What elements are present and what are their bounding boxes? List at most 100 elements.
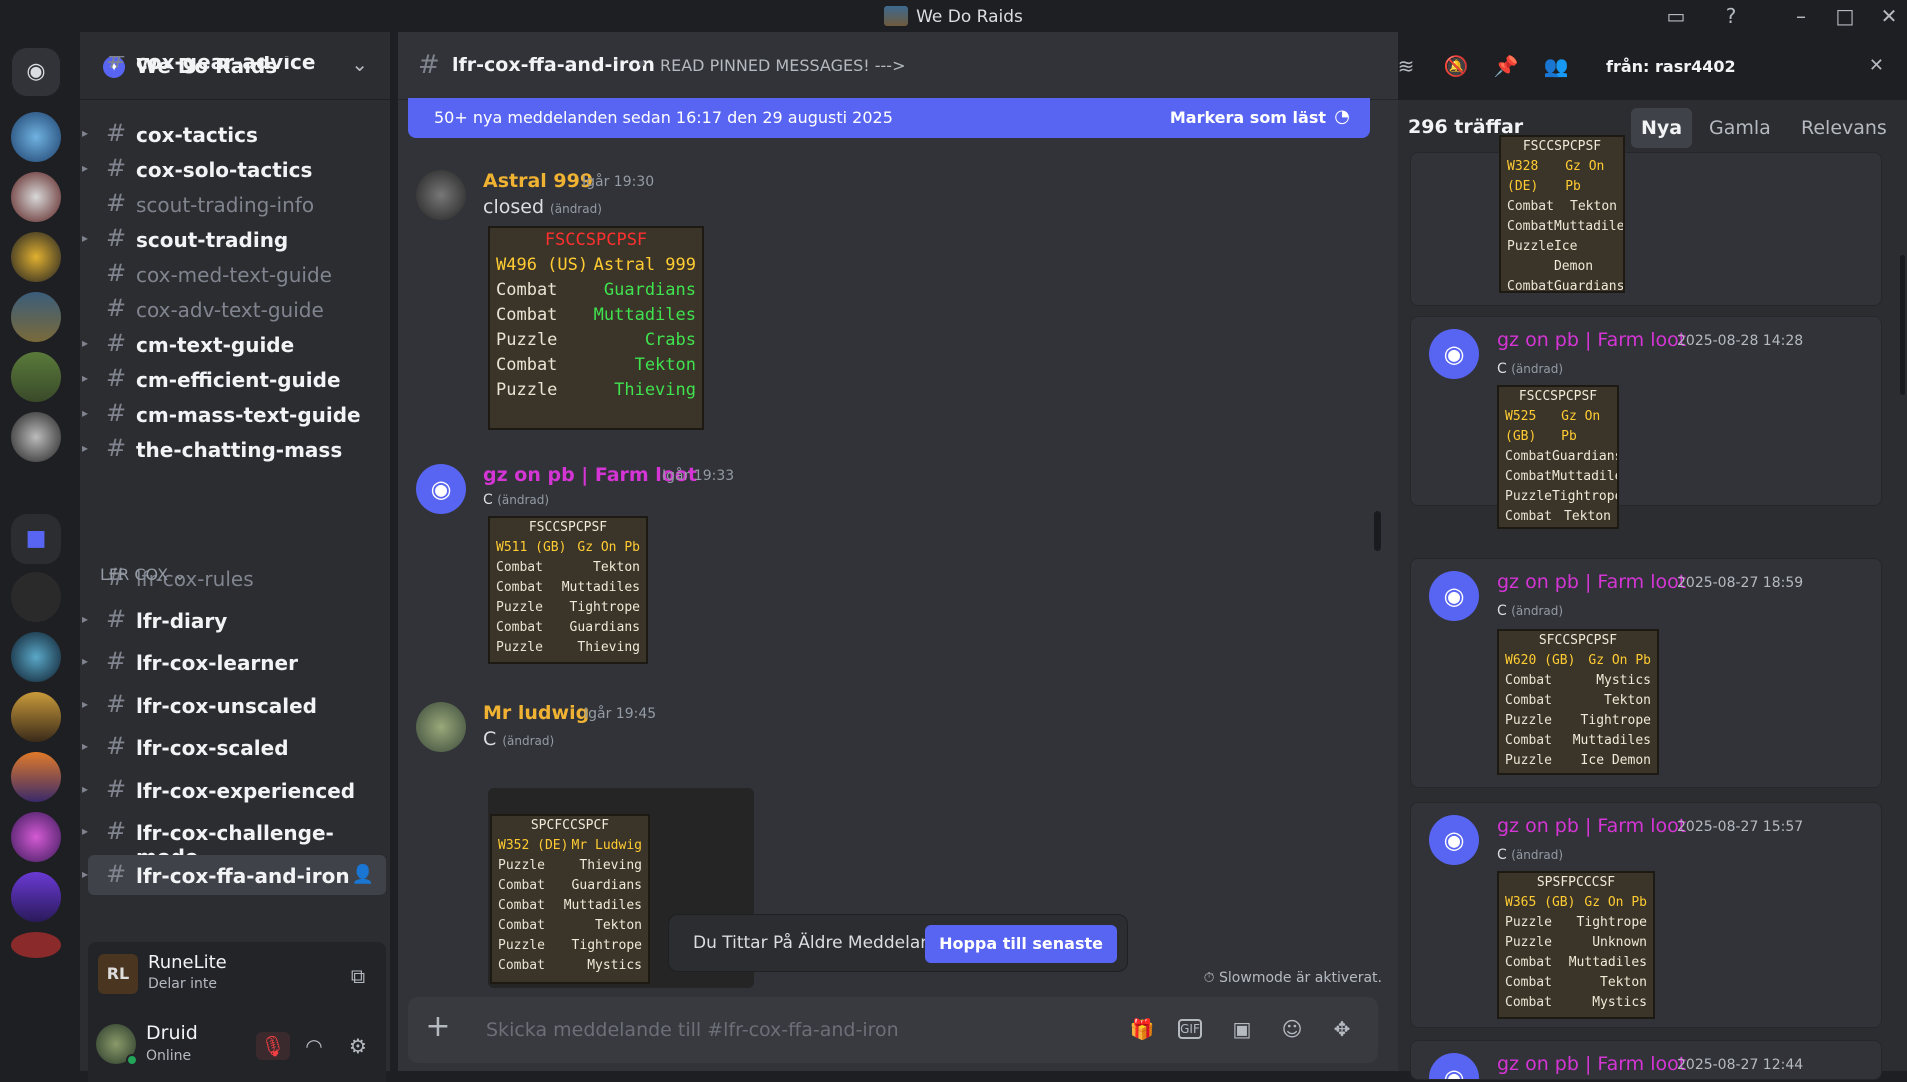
loot-image[interactable]: FSCCSPCPSFW525 (GB)Gz On PbCombatGuardia… — [1497, 385, 1619, 529]
room-name: Tightrope — [1552, 487, 1619, 507]
search-input[interactable]: från: rasr4402 — [1606, 57, 1736, 76]
server-icon[interactable] — [11, 292, 61, 342]
new-messages-banner[interactable]: 50+ nya meddelanden sedan 16:17 den 29 a… — [408, 98, 1370, 138]
headphones-icon[interactable]: ◠ — [300, 1032, 328, 1060]
mic-muted-icon[interactable]: 🎙 — [256, 1032, 290, 1060]
sticker-icon[interactable]: ▣ — [1228, 1015, 1256, 1043]
loot-image[interactable]: FSCCSPCPSFW511 (GB)Gz On PbCombatTektonC… — [488, 516, 648, 664]
server-icon[interactable] — [11, 752, 61, 802]
server-icon[interactable] — [11, 172, 61, 222]
chat-scrollbar[interactable] — [1374, 511, 1381, 551]
jump-to-latest-button[interactable]: Hoppa till senaste — [925, 925, 1117, 963]
discord-home-icon[interactable]: ◉ — [12, 48, 60, 96]
server-icon[interactable] — [11, 872, 61, 922]
channel-item[interactable]: ▸#lfr-cox-scaled — [88, 727, 386, 767]
channel-item[interactable]: #cox-med-text-guide — [88, 254, 386, 294]
search-result[interactable]: ◉ gz on pb | Farm loot 2025-08-27 18:59 … — [1410, 558, 1882, 788]
gif-icon[interactable]: GIF — [1178, 1019, 1202, 1039]
mark-as-read-button[interactable]: Markera som läst — [1170, 108, 1326, 127]
channel-item[interactable]: ▸#cox-gear-advice — [88, 56, 386, 76]
room-type: Puzzle — [1505, 487, 1552, 507]
message-author[interactable]: Mr ludwig — [483, 702, 589, 724]
folder-icon[interactable]: ■ — [11, 514, 61, 564]
emoji-icon[interactable]: ☺ — [1278, 1015, 1306, 1043]
members-icon[interactable]: 👥 — [1542, 52, 1570, 80]
pin-icon[interactable]: 📌 — [1492, 52, 1520, 80]
channel-topic[interactable]: READ PINNED MESSAGES! ---> — [660, 56, 905, 75]
discord-bot-avatar-icon[interactable]: ◉ — [416, 464, 466, 514]
channel-item[interactable]: ▸#lfr-cox-challenge-mode — [88, 812, 386, 852]
result-author[interactable]: gz on pb | Farm loot — [1497, 1053, 1686, 1075]
channel-item[interactable]: ▸#lfr-diary — [88, 600, 386, 640]
channel-item[interactable]: ▸#cox-solo-tactics — [88, 149, 386, 189]
close-icon[interactable]: ✕ — [1876, 4, 1902, 30]
server-icon[interactable] — [11, 812, 61, 862]
results-scrollbar[interactable] — [1900, 255, 1905, 395]
loot-image[interactable]: FSCCSPCPSFW496 (US)Astral 999CombatGuard… — [488, 226, 704, 430]
gear-icon[interactable]: ⚙ — [344, 1032, 372, 1060]
room-name: Ice Demon — [1552, 527, 1611, 529]
clear-search-icon[interactable]: ✕ — [1869, 55, 1884, 76]
help-icon[interactable]: ? — [1718, 4, 1744, 30]
loot-image[interactable]: SPSFPCCCSFW365 (GB)Gz On PbPuzzleTightro… — [1497, 871, 1655, 1019]
channel-item[interactable]: ▸#lfr-cox-unscaled — [88, 685, 386, 725]
search-result[interactable]: FSCCSPCPSFW328 (DE)Gz On PbCombatTektonC… — [1410, 152, 1882, 306]
channel-item[interactable]: ▸#cm-text-guide — [88, 324, 386, 364]
inbox-icon[interactable]: ▭ — [1663, 4, 1689, 30]
invite-icon[interactable]: 👤 — [352, 864, 374, 885]
threads-icon[interactable]: ≋ — [1392, 52, 1420, 80]
loot-image[interactable]: FSCCSPCPSFW328 (DE)Gz On PbCombatTektonC… — [1499, 135, 1625, 293]
server-icon[interactable] — [11, 112, 61, 162]
channel-item[interactable]: ▸#lfr-cox-experienced — [88, 770, 386, 810]
message-author[interactable]: Astral 999 — [483, 170, 593, 192]
tab-relevans[interactable]: Relevans — [1791, 108, 1897, 148]
tab-gamla[interactable]: Gamla — [1699, 108, 1781, 148]
channel-item[interactable]: ▸#the-chatting-mass — [88, 429, 386, 469]
channel-item[interactable]: ▸#lfr-cox-learner — [88, 642, 386, 682]
server-icon[interactable] — [11, 932, 61, 958]
server-icon[interactable] — [11, 232, 61, 282]
search-result[interactable]: ◉ gz on pb | Farm loot 2025-08-27 12:44 — [1410, 1040, 1882, 1080]
server-icon[interactable] — [11, 692, 61, 742]
result-author[interactable]: gz on pb | Farm loot — [1497, 329, 1686, 351]
minimize-icon[interactable]: – — [1788, 4, 1814, 30]
loot-image[interactable]: SPCFCCSPCFW352 (DE)Mr LudwigPuzzleThievi… — [490, 814, 650, 984]
tab-nya[interactable]: Nya — [1631, 108, 1692, 148]
channel-item[interactable]: ▸#scout-trading — [88, 219, 386, 259]
server-icon[interactable] — [11, 632, 61, 682]
hash-icon: # — [106, 817, 126, 845]
notifications-muted-icon[interactable]: 🔕 — [1442, 52, 1470, 80]
share-screen-icon[interactable]: ⧉ — [344, 962, 372, 990]
avatar[interactable] — [416, 170, 466, 220]
edited-label: (ändrad) — [1511, 848, 1563, 862]
channel-item[interactable]: #scout-trading-info — [88, 184, 386, 224]
separator-dot: • — [636, 52, 648, 76]
attach-plus-icon[interactable]: + — [422, 1011, 454, 1043]
channel-item[interactable]: #cox-adv-text-guide — [88, 289, 386, 329]
server-icon[interactable] — [11, 352, 61, 402]
apps-icon[interactable]: ✥ — [1328, 1015, 1356, 1043]
channel-item[interactable]: ▸#cm-mass-text-guide — [88, 394, 386, 434]
loot-row: CombatTekton — [490, 558, 646, 578]
loot-world-row: W511 (GB)Gz On Pb — [490, 538, 646, 558]
result-author[interactable]: gz on pb | Farm loot — [1497, 815, 1686, 837]
loot-image[interactable]: SFCCSPCPSFW620 (GB)Gz On PbCombatMystics… — [1497, 629, 1659, 775]
server-icon[interactable] — [11, 412, 61, 462]
search-result[interactable]: ◉ gz on pb | Farm loot 2025-08-27 15:57 … — [1410, 802, 1882, 1028]
channel-item[interactable]: ▸#cox-tactics — [88, 114, 386, 154]
search-result[interactable]: ◉ gz on pb | Farm loot 2025-08-28 14:28 … — [1410, 316, 1882, 506]
avatar[interactable] — [416, 702, 466, 752]
channel-item[interactable]: ▸#lfr-cox-ffa-and-iron👤 — [88, 855, 386, 895]
channel-item[interactable]: ▸#cm-efficient-guide — [88, 359, 386, 399]
server-icon[interactable] — [11, 572, 61, 622]
channel-name: lfr-cox-ffa-and-iron — [136, 864, 350, 888]
result-author[interactable]: gz on pb | Farm loot — [1497, 571, 1686, 593]
message-input[interactable]: Skicka meddelande till #lfr-cox-ffa-and-… — [486, 1019, 899, 1041]
channel-name: cox-tactics — [136, 123, 258, 147]
maximize-icon[interactable]: □ — [1832, 4, 1858, 30]
room-type: Combat — [1507, 277, 1554, 293]
search-bar[interactable]: från: rasr4402 ✕ — [1594, 49, 1894, 85]
gift-icon[interactable]: 🎁 — [1128, 1015, 1156, 1043]
loot-row: PuzzleThieving — [490, 638, 646, 658]
category-header[interactable]: LFR COX ⌄ — [100, 565, 187, 584]
